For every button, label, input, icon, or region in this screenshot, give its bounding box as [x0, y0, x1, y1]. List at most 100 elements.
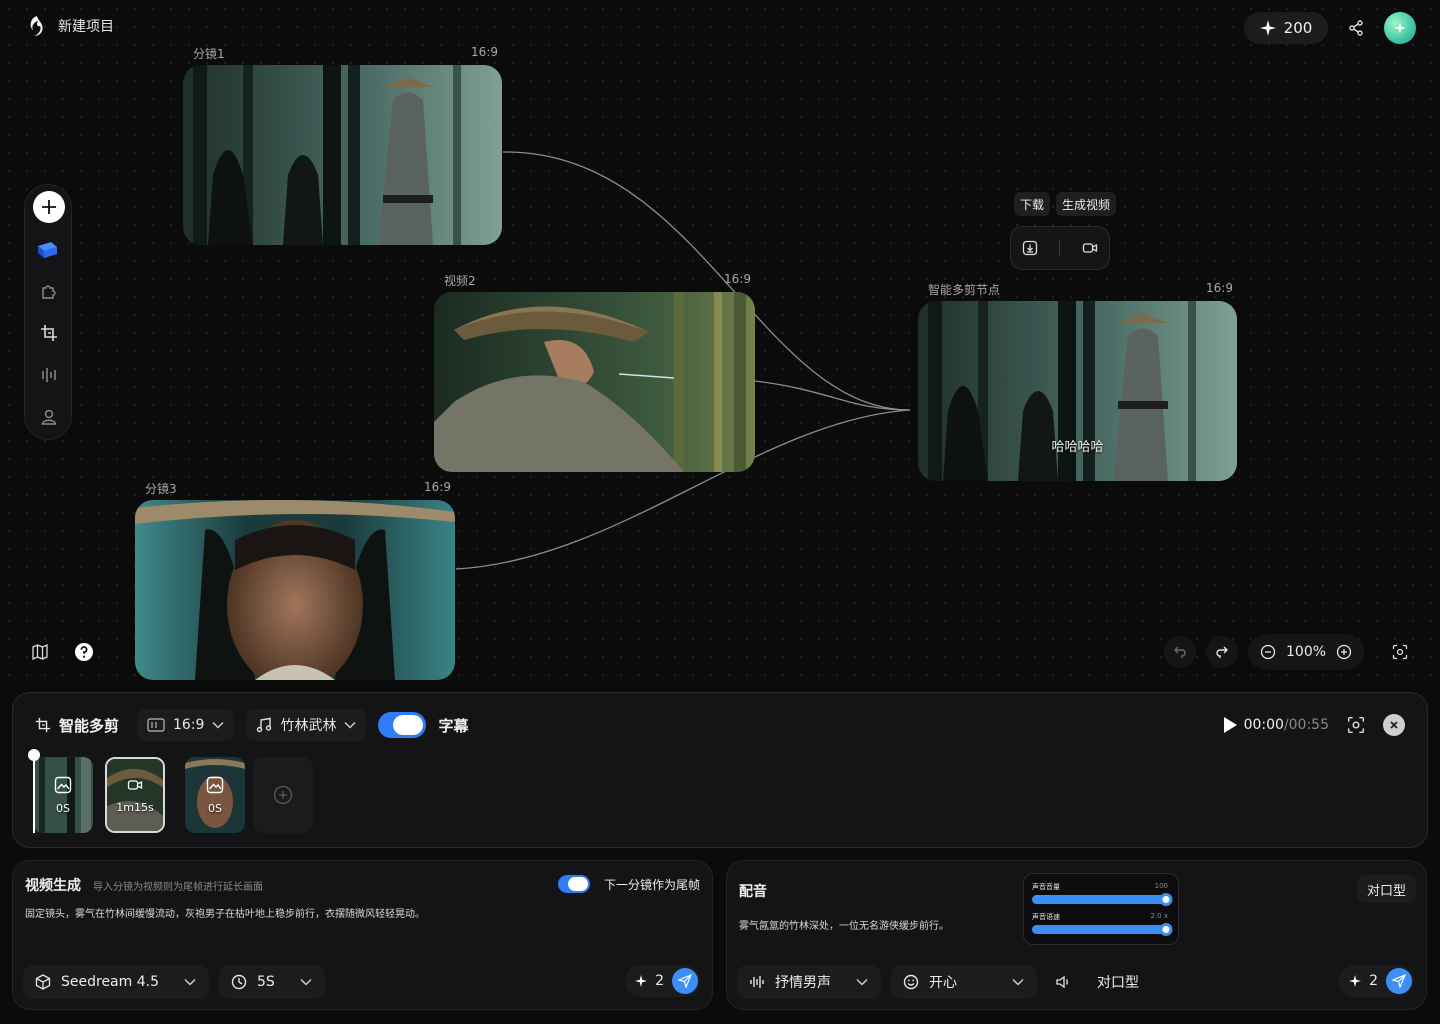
- send-icon: [1392, 974, 1406, 988]
- project-title[interactable]: 新建项目: [58, 16, 114, 36]
- generate-video-button[interactable]: [1082, 240, 1098, 256]
- timeline-title: 智能多剪: [35, 715, 119, 736]
- speed-slider-knob[interactable]: [1159, 923, 1173, 936]
- tool-shot-button[interactable]: [33, 233, 65, 265]
- time-total: /00:55: [1283, 717, 1329, 733]
- model-select[interactable]: Seedream 4.5: [23, 965, 209, 999]
- speed-slider[interactable]: [1032, 923, 1173, 936]
- puzzle-icon: [42, 285, 56, 299]
- add-node-button[interactable]: [33, 191, 65, 223]
- video-generate-button[interactable]: [672, 968, 698, 994]
- panel-title: 视频生成 导入分镜为视频则为尾帧进行延长画面: [25, 875, 263, 895]
- playhead[interactable]: [28, 749, 40, 833]
- preview-audio-button[interactable]: [1047, 965, 1079, 999]
- voice-settings-popover: 声音音量 100 声音语速 2.0 x: [1023, 873, 1179, 945]
- video-generate-group: 2: [625, 965, 700, 997]
- project-header: 新建项目: [24, 14, 114, 38]
- play-icon[interactable]: [1222, 716, 1238, 734]
- duration-select[interactable]: 5S: [219, 965, 325, 999]
- volume-label: 声音音量: [1032, 883, 1060, 891]
- speed-label: 声音语速: [1032, 913, 1060, 921]
- volume-slider-knob[interactable]: [1159, 893, 1173, 906]
- video-panel-title: 视频生成: [25, 878, 81, 894]
- voice-options: 抒情男声 开心 对口型: [737, 965, 1147, 999]
- speaker-icon: [1056, 975, 1068, 989]
- close-timeline-button[interactable]: [1383, 714, 1405, 736]
- clip-item[interactable]: 0S: [33, 757, 93, 833]
- tail-frame-option: 下一分镜作为尾帧: [557, 875, 700, 893]
- lip-sync-button[interactable]: 对口型: [1356, 875, 1416, 903]
- tool-character-button[interactable]: [33, 401, 65, 433]
- help-button[interactable]: [70, 638, 98, 666]
- left-toolbar: [24, 184, 72, 440]
- speed-slider-fill: [1032, 925, 1170, 934]
- plus-circle-icon: [273, 785, 293, 805]
- undo-button[interactable]: [1164, 636, 1196, 668]
- share-button[interactable]: [1342, 14, 1370, 42]
- clip-item[interactable]: 0S: [185, 757, 245, 833]
- zoom-pill: 100%: [1248, 634, 1365, 670]
- video-prompt[interactable]: 固定镜头，雾气在竹林间缓慢流动，灰袍男子在枯叶地上稳步前行，衣摆随微风轻轻晃动。: [25, 905, 425, 920]
- redo-button[interactable]: [1206, 636, 1238, 668]
- tool-plugin-button[interactable]: [33, 275, 65, 307]
- zoom-in-icon[interactable]: [1336, 644, 1352, 660]
- download-tooltip: 下载: [1014, 192, 1051, 216]
- add-clip-button[interactable]: [253, 757, 313, 833]
- ratio-select[interactable]: 16:9: [137, 709, 235, 741]
- fit-view-button[interactable]: [1384, 636, 1416, 668]
- chevron-down-icon: [300, 978, 312, 986]
- tail-frame-label: 下一分镜作为尾帧: [603, 877, 700, 892]
- voice-generate-button[interactable]: [1386, 968, 1412, 994]
- undo-icon: [1174, 646, 1186, 658]
- image-icon: [54, 776, 72, 793]
- app-logo-icon[interactable]: [24, 14, 48, 38]
- voice-cost: 2: [1369, 973, 1378, 989]
- chevron-down-icon: [212, 721, 224, 729]
- multicut-timeline-panel: 智能多剪 16:9 竹林武林 字幕 00:00/00:55 0S 1m15s 0…: [12, 692, 1428, 848]
- time-current: 00:00: [1243, 717, 1284, 733]
- clock-icon: [231, 974, 247, 990]
- tool-multicut-button[interactable]: [33, 317, 65, 349]
- ratio-value: 16:9: [173, 717, 205, 733]
- clip-duration: 0S: [208, 801, 222, 815]
- tool-audio-button[interactable]: [33, 359, 65, 391]
- voice-select[interactable]: 抒情男声: [737, 965, 881, 999]
- speed-value: 2.0 x: [1150, 912, 1169, 920]
- download-button[interactable]: [1022, 240, 1038, 256]
- minimap-button[interactable]: [26, 638, 54, 666]
- video-node-2[interactable]: 视频2 16:9: [434, 272, 755, 472]
- volume-slider[interactable]: [1032, 893, 1173, 906]
- credits-badge[interactable]: 200: [1244, 12, 1328, 44]
- multicut-node[interactable]: 智能多剪节点 16:9 哈哈哈哈: [918, 281, 1237, 481]
- voice-value: 抒情男声: [775, 975, 831, 991]
- node-action-bar: [1010, 226, 1110, 270]
- voice-text[interactable]: 雾气氤氲的竹林深处，一位无名游侠缓步前行。: [739, 917, 949, 932]
- sparkle-icon: [1349, 975, 1362, 987]
- tail-frame-toggle[interactable]: [557, 875, 590, 893]
- node-image: [183, 65, 502, 245]
- node-ratio: 16:9: [724, 272, 751, 286]
- volume-slider-row: 声音音量 100: [1032, 882, 1173, 912]
- emotion-select[interactable]: 开心: [891, 965, 1037, 999]
- music-select[interactable]: 竹林武林: [246, 709, 367, 741]
- clip-item-selected[interactable]: 1m15s: [105, 757, 165, 833]
- zoom-out-icon[interactable]: [1260, 644, 1276, 660]
- credits-count: 200: [1283, 19, 1313, 37]
- emotion-value: 开心: [929, 975, 957, 991]
- play-group: 00:00/00:55: [1222, 716, 1329, 734]
- lip-sync-label[interactable]: 对口型: [1089, 972, 1147, 992]
- send-icon: [678, 974, 692, 988]
- screenshot-icon[interactable]: [1347, 716, 1365, 734]
- timeline-title-text: 智能多剪: [59, 716, 120, 735]
- sparkle-icon: [1259, 20, 1276, 36]
- avatar-sparkle-icon: [1394, 22, 1406, 34]
- node-ratio: 16:9: [1206, 281, 1233, 295]
- camera-3d-icon: [38, 242, 57, 258]
- storyboard-node-1[interactable]: 分镜1 16:9: [183, 45, 502, 245]
- subtitle-toggle[interactable]: [378, 712, 427, 738]
- crop-icon: [35, 717, 51, 733]
- user-avatar[interactable]: [1384, 12, 1416, 44]
- panel-title: 配音: [739, 881, 767, 901]
- storyboard-node-3[interactable]: 分镜3 16:9: [135, 480, 455, 680]
- voiceover-panel: 配音 雾气氤氲的竹林深处，一位无名游侠缓步前行。 声音音量 100 声音语速 2…: [726, 860, 1427, 1010]
